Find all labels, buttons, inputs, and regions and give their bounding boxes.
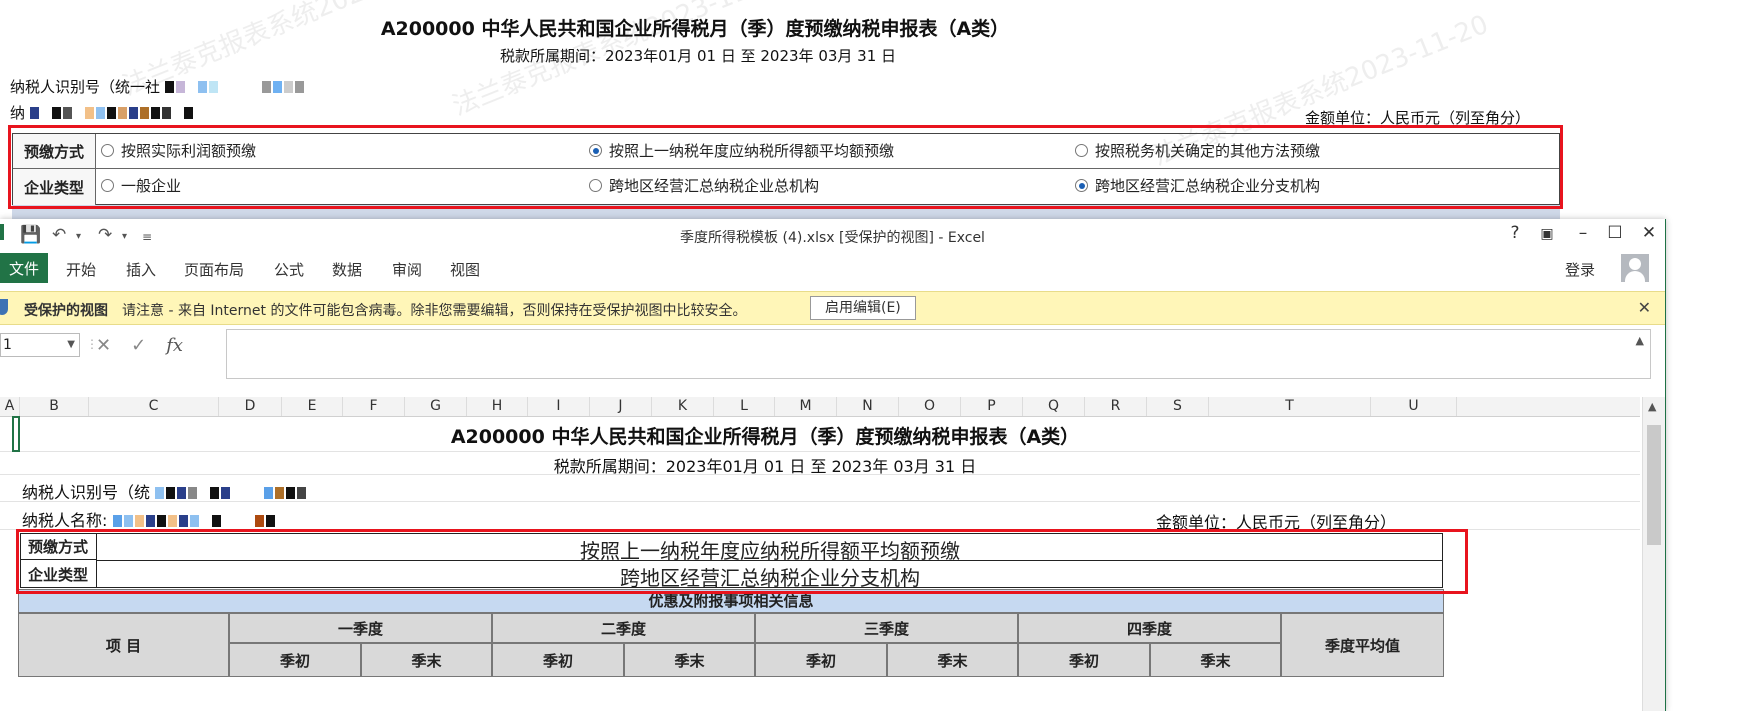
insert-function-icon[interactable]: fx xyxy=(166,335,183,356)
taxpayer-name-row: 纳 xyxy=(10,102,195,123)
column-header-f[interactable]: F xyxy=(343,397,405,416)
highlight-box xyxy=(8,125,1563,209)
column-header-m[interactable]: M xyxy=(775,397,837,416)
protected-view-title: 受保护的视图 xyxy=(24,303,108,319)
redacted-block xyxy=(155,484,308,503)
redacted-block xyxy=(29,105,195,123)
tab-file[interactable]: 文件 xyxy=(0,253,48,283)
column-header-q[interactable]: Q xyxy=(1023,397,1085,416)
column-header-b[interactable]: B xyxy=(20,397,89,416)
column-header-l[interactable]: L xyxy=(714,397,775,416)
tab-view[interactable]: 视图 xyxy=(450,259,480,280)
column-header-n[interactable]: N xyxy=(837,397,899,416)
quarter-header: 二季度 xyxy=(492,613,755,643)
column-header-u[interactable]: U xyxy=(1371,397,1457,416)
vertical-scrollbar[interactable]: ▲ xyxy=(1642,397,1665,711)
quarter-header: 一季度 xyxy=(229,613,492,643)
tab-page-layout[interactable]: 页面布局 xyxy=(184,259,244,280)
protected-view-message: 请注意 - 来自 Internet 的文件可能包含病毒。除非您需要编辑，否则保持… xyxy=(122,303,747,319)
scroll-thumb[interactable] xyxy=(1647,425,1661,545)
column-headers: ABCDEFGHIJKLMNOPQRSTU xyxy=(0,397,1640,417)
tab-home[interactable]: 开始 xyxy=(66,259,96,280)
column-header-e[interactable]: E xyxy=(282,397,343,416)
column-header-r[interactable]: R xyxy=(1085,397,1147,416)
formula-bar: 1 ▼ ⋮ ✕ ✓ fx ▲ xyxy=(0,329,1665,379)
sub-header: 季末 xyxy=(887,643,1018,677)
window-title: 季度所得税模板 (4).xlsx [受保护的视图] - Excel xyxy=(680,230,985,246)
scroll-up-icon[interactable]: ▲ xyxy=(1648,400,1656,413)
sheet-taxpayer-name-row: 纳税人名称: xyxy=(22,507,277,531)
column-header-d[interactable]: D xyxy=(219,397,282,416)
tab-formulas[interactable]: 公式 xyxy=(274,259,304,280)
close-icon[interactable]: ✕ xyxy=(1634,223,1664,243)
taxpayer-id-label: 纳税人识别号（统一社 xyxy=(10,78,161,96)
form-title: A200000 中华人民共和国企业所得税月（季）度预缴纳税申报表（A类） xyxy=(380,18,1010,40)
average-header: 季度平均值 xyxy=(1281,613,1444,677)
highlight-box xyxy=(16,529,1468,594)
tab-review[interactable]: 审阅 xyxy=(392,259,422,280)
form-period: 税款所属期间：2023年01月 01 日 至 2023年 03月 31 日 xyxy=(499,47,897,65)
tab-data[interactable]: 数据 xyxy=(332,259,362,280)
redacted-block xyxy=(164,79,306,97)
formula-input[interactable]: ▲ xyxy=(226,329,1651,379)
worksheet[interactable]: A200000 中华人民共和国企业所得税月（季）度预缴纳税申报表（A类） 税款所… xyxy=(0,416,1640,711)
ribbon-display-icon[interactable]: ▣ xyxy=(1532,226,1562,242)
column-header-p[interactable]: P xyxy=(961,397,1023,416)
column-header-t[interactable]: T xyxy=(1209,397,1371,416)
enter-icon[interactable]: ✓ xyxy=(131,335,146,356)
name-box-value: 1 xyxy=(3,337,12,353)
column-header-h[interactable]: H xyxy=(467,397,528,416)
column-header-g[interactable]: G xyxy=(405,397,467,416)
avatar[interactable] xyxy=(1621,254,1649,282)
column-header-i[interactable]: I xyxy=(528,397,590,416)
sub-header: 季初 xyxy=(229,643,361,677)
sheet-taxpayer-id-row: 纳税人识别号（统 xyxy=(22,479,308,503)
tab-insert[interactable]: 插入 xyxy=(126,259,156,280)
enable-editing-button[interactable]: 启用编辑(E) xyxy=(810,296,916,320)
cancel-icon[interactable]: ✕ xyxy=(96,335,111,356)
sheet-taxpayer-name-label: 纳税人名称: xyxy=(22,511,108,530)
column-header-j[interactable]: J xyxy=(590,397,652,416)
sub-header: 季末 xyxy=(624,643,755,677)
shield-icon xyxy=(0,299,8,315)
name-box[interactable]: 1 ▼ xyxy=(0,333,80,357)
item-header: 项 目 xyxy=(18,613,229,677)
close-icon[interactable]: ✕ xyxy=(1638,298,1651,317)
column-header-s[interactable]: S xyxy=(1147,397,1209,416)
quarter-header: 四季度 xyxy=(1018,613,1281,643)
excel-window: 💾 ↶ ▾ ↷ ▾ ≡ 季度所得税模板 (4).xlsx [受保护的视图] - … xyxy=(0,219,1666,711)
column-header-o[interactable]: O xyxy=(899,397,961,416)
sub-header: 季初 xyxy=(1018,643,1150,677)
sheet-title: A200000 中华人民共和国企业所得税月（季）度预缴纳税申报表（A类） xyxy=(450,426,1080,448)
sheet-taxpayer-id-label: 纳税人识别号（统 xyxy=(22,483,151,502)
selected-cell[interactable] xyxy=(12,416,20,452)
sub-header: 季末 xyxy=(361,643,492,677)
title-bar: 💾 ↶ ▾ ↷ ▾ ≡ 季度所得税模板 (4).xlsx [受保护的视图] - … xyxy=(0,219,1665,253)
column-header-c[interactable]: C xyxy=(89,397,219,416)
minimize-icon[interactable]: – xyxy=(1568,223,1598,243)
sheet-period: 税款所属期间：2023年01月 01 日 至 2023年 03月 31 日 xyxy=(553,457,977,476)
collapse-icon[interactable]: ▲ xyxy=(1636,334,1644,347)
sub-header: 季末 xyxy=(1150,643,1281,677)
ribbon-tabs: 文件 开始 插入 页面布局 公式 数据 审阅 视图 登录 xyxy=(0,253,1665,283)
formula-buttons: ✕ ✓ fx xyxy=(96,335,183,356)
column-header-k[interactable]: K xyxy=(652,397,714,416)
taxpayer-name-label: 纳 xyxy=(10,104,26,122)
sub-header: 季初 xyxy=(755,643,887,677)
chevron-down-icon[interactable]: ▼ xyxy=(67,334,75,356)
login-link[interactable]: 登录 xyxy=(1565,259,1595,280)
protected-view-bar: 受保护的视图 请注意 - 来自 Internet 的文件可能包含病毒。除非您需要… xyxy=(0,291,1665,325)
help-icon[interactable]: ? xyxy=(1500,223,1530,243)
taxpayer-id-row: 纳税人识别号（统一社 xyxy=(10,76,306,97)
gridline xyxy=(0,451,1640,452)
sub-header: 季初 xyxy=(492,643,624,677)
maximize-icon[interactable]: ☐ xyxy=(1600,223,1630,243)
column-header-a[interactable]: A xyxy=(0,397,20,416)
quarter-header: 三季度 xyxy=(755,613,1018,643)
